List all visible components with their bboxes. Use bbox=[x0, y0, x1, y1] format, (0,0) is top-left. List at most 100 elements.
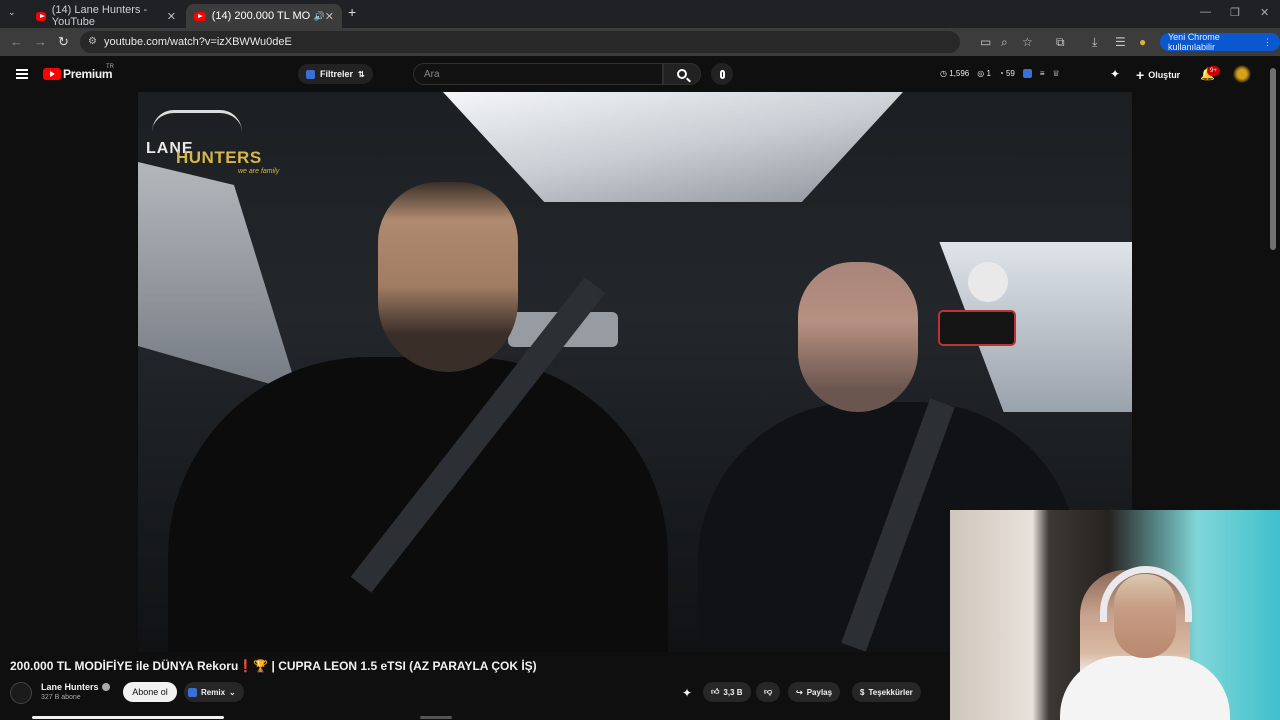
watermark-tagline: we are family bbox=[238, 168, 280, 175]
remix-label: Remix bbox=[201, 687, 226, 697]
filter-label: Filtreler bbox=[320, 69, 354, 79]
comments-count: 59 bbox=[1005, 69, 1015, 78]
views-count: 1,596 bbox=[949, 69, 970, 78]
video-sunroof bbox=[443, 92, 903, 202]
back-icon[interactable]: ← bbox=[10, 34, 23, 49]
forward-icon[interactable]: → bbox=[34, 34, 47, 49]
chrome-update-label: Yeni Chrome kullanılabilir bbox=[1168, 32, 1220, 52]
thumbs-up-icon: 👍︎ bbox=[711, 687, 720, 696]
tab-title: (14) 200.000 TL MODİFİYE ile bbox=[211, 10, 310, 22]
webcam-overlay bbox=[950, 510, 1280, 720]
page-scrollbar[interactable] bbox=[1270, 68, 1276, 250]
like-count: 3,3 B bbox=[723, 687, 743, 697]
comments-stat: ◔ 59 bbox=[998, 69, 1015, 78]
car-outline-icon bbox=[152, 110, 242, 132]
sliders-icon: ⇅ bbox=[358, 69, 365, 79]
youtube-logo-icon[interactable] bbox=[43, 68, 61, 80]
browser-tab-bar: ⌄ (14) Lane Hunters - YouTube ✕ (14) 200… bbox=[0, 0, 1280, 28]
video-title: 200.000 TL MODİFİYE ile DÜNYA Rekoru❗🏆 |… bbox=[10, 659, 537, 673]
extension-icon bbox=[306, 69, 315, 79]
menu-icon[interactable] bbox=[16, 69, 28, 79]
chevron-down-icon: ⌄ bbox=[229, 687, 236, 697]
thanks-button[interactable]: $ Teşekkürler bbox=[852, 682, 921, 702]
webcam-shirt bbox=[1060, 656, 1230, 720]
thanks-icon: $ bbox=[860, 687, 865, 697]
likes-stat: ◎ 1 bbox=[977, 69, 991, 78]
list-icon[interactable]: ≡ bbox=[1040, 69, 1045, 78]
notification-badge: 9+ bbox=[1207, 66, 1220, 76]
extension-stats: ◷ 1,596 ◎ 1 ◔ 59 ≡ ♕ bbox=[940, 69, 1060, 78]
search-button[interactable] bbox=[663, 63, 701, 85]
close-window-button[interactable]: ✕ bbox=[1260, 6, 1269, 19]
extension-icon bbox=[188, 687, 197, 697]
tab-close-icon[interactable]: ✕ bbox=[167, 10, 176, 23]
account-avatar[interactable] bbox=[1233, 65, 1251, 83]
extensions-icon[interactable]: ⧉ bbox=[1056, 35, 1065, 50]
reading-list-icon[interactable]: ☰ bbox=[1115, 35, 1126, 49]
sparkle-icon[interactable]: ✦ bbox=[682, 686, 692, 700]
voice-search-button[interactable] bbox=[711, 63, 733, 85]
watermark-line2: HUNTERS bbox=[176, 148, 262, 167]
tab-title: (14) Lane Hunters - YouTube bbox=[51, 4, 148, 28]
chrome-update-button[interactable]: Yeni Chrome kullanılabilir ⋮ bbox=[1160, 32, 1280, 52]
channel-name[interactable]: Lane Hunters bbox=[41, 682, 110, 692]
video-passenger-head bbox=[798, 262, 918, 412]
plus-icon: + bbox=[1136, 67, 1145, 83]
microphone-icon bbox=[719, 69, 725, 79]
minimize-button[interactable]: — bbox=[1200, 6, 1211, 18]
scroll-progress-bar bbox=[32, 716, 224, 719]
filter-button[interactable]: Filtreler ⇅ bbox=[298, 64, 373, 84]
reload-icon[interactable]: ↻ bbox=[58, 34, 69, 50]
channel-avatar[interactable] bbox=[10, 682, 32, 704]
cast-icon[interactable]: ▭ bbox=[980, 35, 991, 49]
lane-hunters-watermark: LANE HUNTERS we are family bbox=[146, 104, 286, 184]
video-camera-mount bbox=[968, 262, 1008, 302]
chrome-menu-icon[interactable]: ⋮ bbox=[1263, 37, 1272, 48]
search-input[interactable]: Ara bbox=[413, 63, 663, 85]
address-toolbar: ← → ↻ ⚙ youtube.com/watch?v=izXBWWu0deE … bbox=[0, 28, 1280, 56]
video-camera bbox=[938, 310, 1016, 346]
new-tab-button[interactable]: + bbox=[348, 4, 356, 20]
thanks-label: Teşekkürler bbox=[868, 687, 913, 697]
video-left-window bbox=[138, 162, 298, 392]
bookmark-star-icon[interactable]: ☆ bbox=[1022, 35, 1033, 49]
extension-icon[interactable] bbox=[1022, 69, 1032, 78]
tab-search-icon[interactable]: ⌄ bbox=[8, 7, 16, 18]
views-stat: ◷ 1,596 bbox=[940, 69, 970, 78]
tab-current-video[interactable]: (14) 200.000 TL MODİFİYE ile 🔊 ✕ bbox=[186, 4, 342, 28]
thumbs-down-icon: 👎︎ bbox=[764, 687, 773, 696]
url-text: youtube.com/watch?v=izXBWWu0deE bbox=[104, 36, 292, 48]
trophy-icon[interactable]: ♕ bbox=[1053, 69, 1060, 78]
sparkle-icon[interactable]: ✦ bbox=[1110, 67, 1120, 81]
tab-close-icon[interactable]: ✕ bbox=[325, 10, 334, 23]
create-label: Oluştur bbox=[1148, 70, 1181, 80]
youtube-favicon-icon bbox=[36, 11, 46, 21]
url-bar[interactable]: ⚙ youtube.com/watch?v=izXBWWu0deE bbox=[80, 31, 960, 53]
search-placeholder: Ara bbox=[424, 68, 440, 80]
youtube-favicon-icon bbox=[194, 11, 206, 21]
youtube-brand[interactable]: Premium bbox=[63, 67, 113, 81]
maximize-button[interactable]: ❐ bbox=[1230, 6, 1240, 19]
channel-name-text: Lane Hunters bbox=[41, 682, 99, 692]
video-driver-head bbox=[378, 182, 518, 372]
site-info-icon[interactable]: ⚙ bbox=[88, 36, 97, 47]
region-code: TR bbox=[106, 64, 114, 70]
share-icon: ↪ bbox=[796, 687, 803, 697]
share-label: Paylaş bbox=[806, 687, 833, 697]
like-button[interactable]: 👍︎ 3,3 B bbox=[703, 682, 751, 702]
verified-icon bbox=[101, 683, 110, 691]
search-icon bbox=[677, 69, 687, 79]
profile-icon[interactable]: ● bbox=[1139, 35, 1146, 49]
remix-button[interactable]: Remix ⌄ bbox=[184, 682, 244, 702]
likes-stat-count: 1 bbox=[986, 69, 991, 78]
scroll-progress-segment bbox=[420, 716, 452, 719]
subscribe-button[interactable]: Abone ol bbox=[123, 682, 177, 702]
zoom-icon[interactable]: ⌕ bbox=[1001, 35, 1008, 50]
create-button[interactable]: + Oluştur bbox=[1136, 67, 1180, 83]
dislike-button[interactable]: 👎︎ bbox=[756, 682, 781, 702]
youtube-header: Premium TR Filtreler ⇅ Ara ◷ 1,596 ◎ 1 ◔… bbox=[0, 56, 1280, 92]
tab-lane-hunters[interactable]: (14) Lane Hunters - YouTube ✕ bbox=[28, 4, 184, 28]
audio-playing-icon[interactable]: 🔊 bbox=[314, 11, 325, 22]
share-button[interactable]: ↪ Paylaş bbox=[788, 682, 841, 702]
download-icon[interactable]: ⤓ bbox=[1092, 35, 1097, 50]
